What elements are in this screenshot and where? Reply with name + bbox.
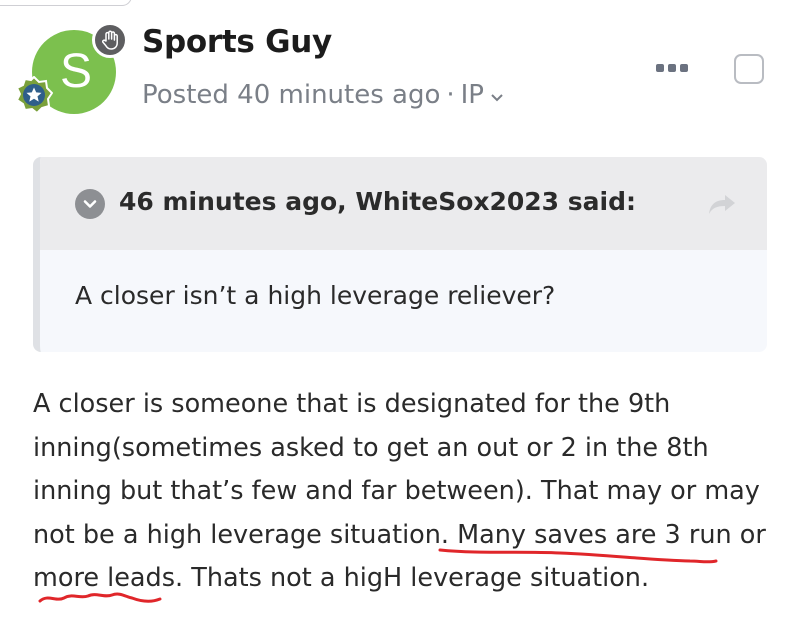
quote-text: A closer isn’t a high leverage reliever? — [75, 281, 556, 310]
post-meta: Posted 40 minutes ago · IP — [142, 80, 504, 110]
quote-citation[interactable]: 46 minutes ago, WhiteSox2023 said: — [119, 187, 636, 216]
meta-separator: · — [446, 80, 455, 110]
previous-post-card-edge — [0, 0, 132, 6]
quote-block: 46 minutes ago, WhiteSox2023 said: A clo… — [33, 157, 767, 352]
post-content: A closer is someone that is designated f… — [33, 383, 773, 601]
quote-header: 46 minutes ago, WhiteSox2023 said: — [40, 157, 767, 250]
chevron-down-icon[interactable] — [75, 189, 105, 219]
posted-time[interactable]: Posted 40 minutes ago — [142, 80, 440, 110]
ip-link[interactable]: IP — [461, 80, 484, 110]
post-text: A closer is someone that is designated f… — [33, 389, 766, 593]
select-post-checkbox[interactable] — [734, 54, 764, 84]
avatar-letter: S — [59, 44, 92, 98]
chevron-down-icon[interactable] — [490, 80, 504, 110]
hand-icon — [92, 22, 128, 58]
share-arrow-icon[interactable] — [707, 193, 737, 219]
author-name[interactable]: Sports Guy — [142, 24, 332, 60]
star-badge-icon — [15, 75, 54, 115]
more-options-icon[interactable] — [656, 60, 696, 76]
